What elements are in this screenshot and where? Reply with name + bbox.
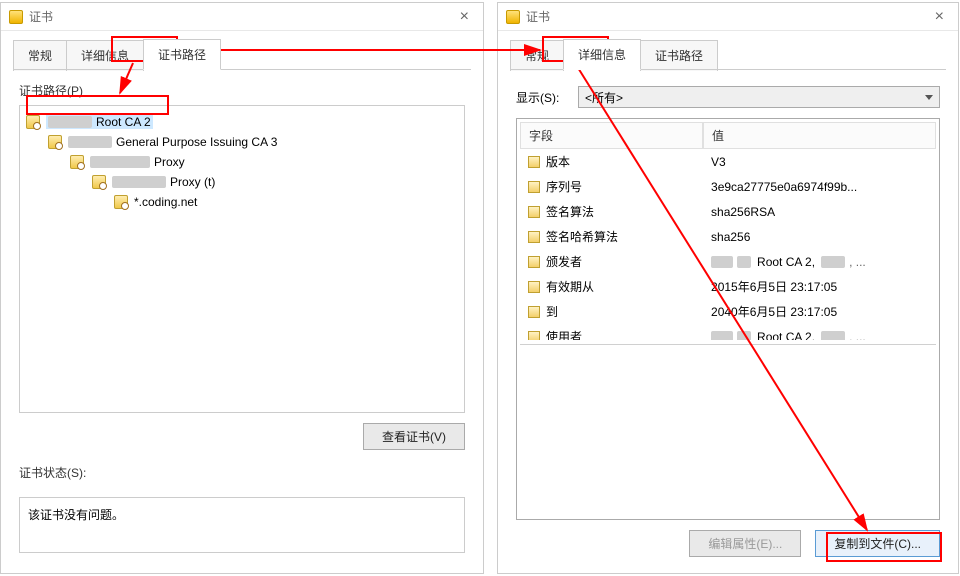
cert-icon [92, 175, 106, 189]
table-row[interactable]: 颁发者 Root CA 2, , ... [520, 249, 936, 274]
field-icon [528, 156, 540, 168]
window-title: 证书 [29, 8, 53, 25]
field-value: Root CA 2, , ... [703, 251, 936, 272]
field-icon [528, 181, 540, 193]
close-icon[interactable]: × [929, 8, 950, 26]
col-value[interactable]: 值 [703, 122, 936, 149]
tree-node[interactable]: Proxy [24, 152, 460, 172]
table-row[interactable]: 签名哈希算法 sha256 [520, 224, 936, 249]
tree-node-label: *.coding.net [134, 195, 197, 209]
titlebar: 证书 × [1, 3, 483, 31]
cert-program-icon [9, 10, 23, 24]
value-detail-box [520, 344, 936, 516]
table-row[interactable]: 版本 V3 [520, 149, 936, 174]
col-field[interactable]: 字段 [520, 122, 703, 149]
field-listview[interactable]: 字段 值 版本V3序列号3e9ca27775e0a6974f99b...签名算法… [520, 122, 936, 340]
cert-status-box: 该证书没有问题。 [19, 497, 465, 553]
titlebar: 证书 × [498, 3, 958, 31]
field-name: 签名哈希算法 [546, 228, 618, 245]
field-icon [528, 281, 540, 293]
field-value: 3e9ca27775e0a6974f99b... [703, 176, 936, 197]
chevron-down-icon [925, 95, 933, 100]
show-filter-combo[interactable]: <所有> [578, 86, 940, 108]
tab-cert-path[interactable]: 证书路径 [640, 40, 718, 71]
tabstrip: 常规 详细信息 证书路径 [1, 31, 483, 70]
listview-header: 字段 值 [520, 122, 936, 149]
tree-node-label: Proxy (t) [170, 175, 215, 189]
certificate-dialog-left: 证书 × 常规 详细信息 证书路径 证书路径(P) Root CA 2 Gene… [0, 2, 484, 574]
tab-details[interactable]: 详细信息 [563, 39, 641, 70]
cert-icon [70, 155, 84, 169]
tree-node-root[interactable]: Root CA 2 [24, 112, 460, 132]
field-value: 2015年6月5日 23:17:05 [703, 276, 936, 297]
field-name: 有效期从 [546, 278, 594, 295]
field-value: Root CA 2, , ... [703, 326, 936, 340]
table-row[interactable]: 到 2040年6月5日 23:17:05 [520, 299, 936, 324]
tree-node[interactable]: General Purpose Issuing CA 3 [24, 132, 460, 152]
cert-program-icon [506, 10, 520, 24]
tree-node-label: Root CA 2 [96, 115, 151, 129]
field-icon [528, 206, 540, 218]
tab-general[interactable]: 常规 [13, 40, 67, 71]
field-icon [528, 231, 540, 243]
tab-general[interactable]: 常规 [510, 40, 564, 71]
table-row[interactable]: 序列号 3e9ca27775e0a6974f99b... [520, 174, 936, 199]
detail-area: 字段 值 版本V3序列号3e9ca27775e0a6974f99b...签名算法… [516, 118, 940, 520]
tree-node-label: General Purpose Issuing CA 3 [116, 135, 277, 149]
cert-icon [48, 135, 62, 149]
tab-details[interactable]: 详细信息 [66, 40, 144, 71]
table-row[interactable]: 有效期从 2015年6月5日 23:17:05 [520, 274, 936, 299]
show-filter-value: <所有> [585, 89, 623, 106]
field-name: 颁发者 [546, 253, 582, 270]
edit-properties-button: 编辑属性(E)... [689, 530, 801, 557]
cert-icon [26, 115, 40, 129]
show-label: 显示(S): [516, 89, 578, 106]
tabstrip: 常规 详细信息 证书路径 [498, 31, 958, 70]
field-icon [528, 256, 540, 268]
cert-status-label: 证书状态(S): [19, 464, 465, 481]
field-icon [528, 306, 540, 318]
cert-icon [114, 195, 128, 209]
cert-status-text: 该证书没有问题。 [28, 508, 124, 522]
tree-node[interactable]: Proxy (t) [24, 172, 460, 192]
certificate-dialog-right: 证书 × 常规 详细信息 证书路径 显示(S): <所有> 字段 值 版本V3序… [497, 2, 959, 574]
field-name: 版本 [546, 153, 570, 170]
field-name: 签名算法 [546, 203, 594, 220]
field-name: 到 [546, 303, 558, 320]
tree-node-label: Proxy [154, 155, 185, 169]
field-icon [528, 331, 540, 341]
table-row[interactable]: 签名算法 sha256RSA [520, 199, 936, 224]
table-row[interactable]: 使用者 Root CA 2, , ... [520, 324, 936, 340]
tree-node-leaf[interactable]: *.coding.net [24, 192, 460, 212]
field-name: 使用者 [546, 328, 582, 340]
field-value: sha256 [703, 226, 936, 247]
tab-cert-path[interactable]: 证书路径 [143, 39, 221, 70]
cert-path-label: 证书路径(P) [19, 82, 465, 99]
field-name: 序列号 [546, 178, 582, 195]
copy-to-file-button[interactable]: 复制到文件(C)... [815, 530, 940, 557]
field-value: sha256RSA [703, 201, 936, 222]
close-icon[interactable]: × [454, 8, 475, 26]
cert-path-tree[interactable]: Root CA 2 General Purpose Issuing CA 3 P… [19, 105, 465, 413]
field-value: 2040年6月5日 23:17:05 [703, 301, 936, 322]
view-certificate-button[interactable]: 查看证书(V) [363, 423, 465, 450]
field-value: V3 [703, 151, 936, 172]
window-title: 证书 [526, 8, 550, 25]
